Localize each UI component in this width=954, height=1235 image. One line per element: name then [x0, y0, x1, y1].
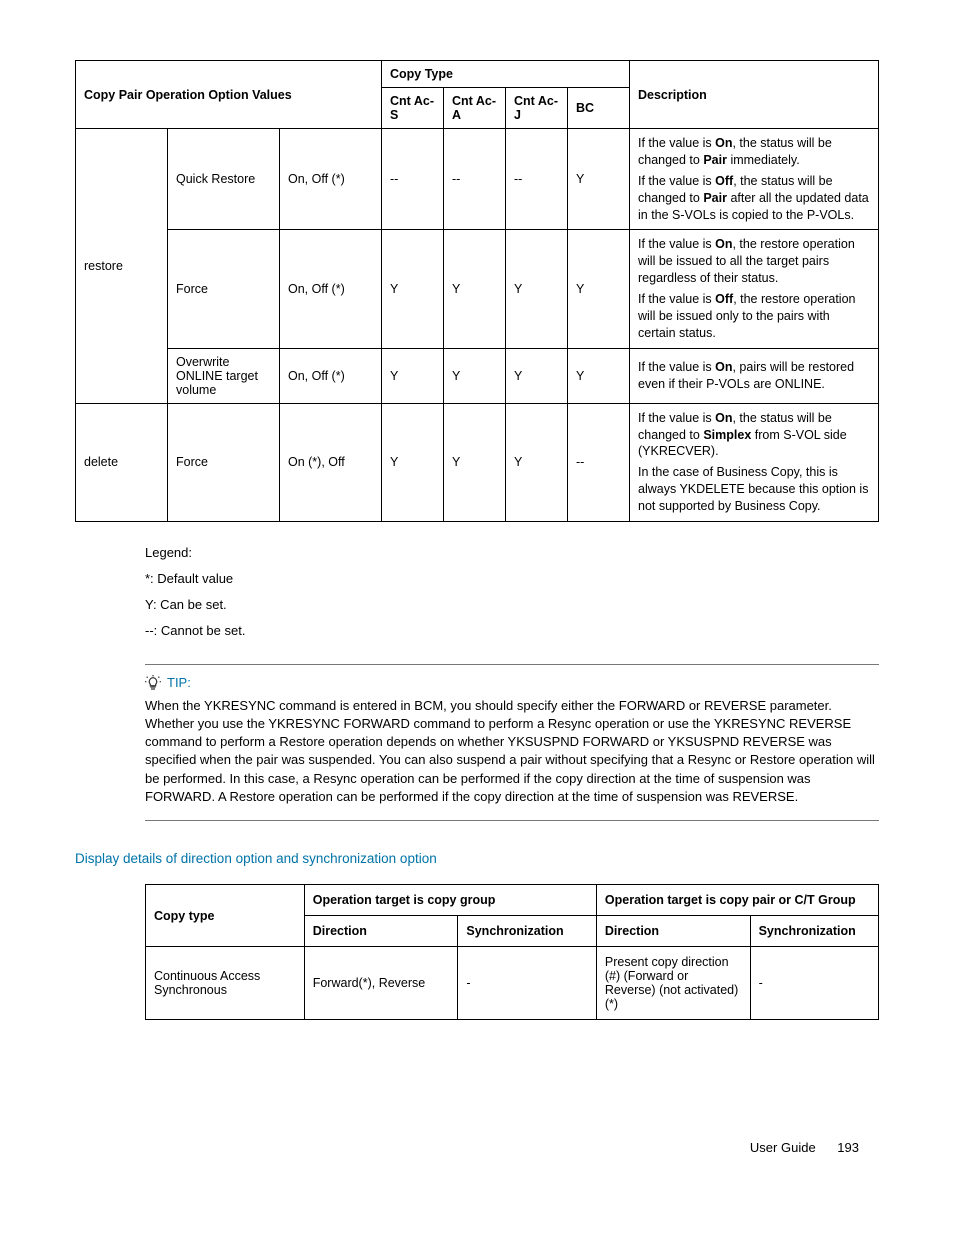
cell-aca: Y: [444, 230, 506, 348]
direction-sync-table: Copy type Operation target is copy group…: [145, 884, 879, 1020]
tip-label: TIP:: [167, 675, 191, 690]
cell-aca: Y: [444, 403, 506, 521]
table-row: Force On, Off (*) Y Y Y Y If the value i…: [76, 230, 879, 348]
cell-acj: --: [506, 129, 568, 230]
tip-body: When the YKRESYNC command is entered in …: [145, 697, 879, 806]
cell-acj: Y: [506, 230, 568, 348]
header-cnt-acs: Cnt Ac-S: [382, 88, 444, 129]
cell-values: On, Off (*): [280, 348, 382, 403]
cell-suboption: Overwrite ONLINE target volume: [168, 348, 280, 403]
header-option-values: Copy Pair Operation Option Values: [76, 61, 382, 129]
cell-suboption: Force: [168, 403, 280, 521]
table-row: Continuous Access Synchronous Forward(*)…: [146, 947, 879, 1020]
cell-description: If the value is On, the restore operatio…: [630, 230, 879, 348]
cell-acs: Y: [382, 403, 444, 521]
legend-title: Legend:: [145, 540, 879, 566]
cell-operation: delete: [76, 403, 168, 521]
cell-operation: restore: [76, 129, 168, 404]
legend-line: Y: Can be set.: [145, 592, 879, 618]
cell-description: If the value is On, the status will be c…: [630, 403, 879, 521]
cell-acs: --: [382, 129, 444, 230]
legend-line: --: Cannot be set.: [145, 618, 879, 644]
header-sync: Synchronization: [458, 916, 597, 947]
tip-header: TIP:: [145, 675, 879, 691]
legend-block: Legend: *: Default value Y: Can be set. …: [145, 540, 879, 644]
cell-description: If the value is On, the status will be c…: [630, 129, 879, 230]
cell-aca: --: [444, 129, 506, 230]
table-row: Overwrite ONLINE target volume On, Off (…: [76, 348, 879, 403]
lightbulb-icon: [145, 675, 161, 691]
cell-acs: Y: [382, 348, 444, 403]
header-cnt-acj: Cnt Ac-J: [506, 88, 568, 129]
header-sync: Synchronization: [750, 916, 878, 947]
page-number: 193: [837, 1140, 859, 1155]
header-pair-target: Operation target is copy pair or C/T Gro…: [596, 885, 878, 916]
header-copy-type: Copy type: [146, 885, 305, 947]
cell-bc: Y: [568, 230, 630, 348]
cell-pair-direction: Present copy direction (#) (Forward or R…: [596, 947, 750, 1020]
table-row: delete Force On (*), Off Y Y Y -- If the…: [76, 403, 879, 521]
footer-label: User Guide: [750, 1140, 816, 1155]
section-heading: Display details of direction option and …: [75, 851, 879, 866]
cell-suboption: Quick Restore: [168, 129, 280, 230]
header-direction: Direction: [304, 916, 458, 947]
cell-description: If the value is On, pairs will be restor…: [630, 348, 879, 403]
header-group-target: Operation target is copy group: [304, 885, 596, 916]
cell-acj: Y: [506, 403, 568, 521]
cell-group-direction: Forward(*), Reverse: [304, 947, 458, 1020]
cell-acj: Y: [506, 348, 568, 403]
header-copy-type: Copy Type: [382, 61, 630, 88]
cell-acs: Y: [382, 230, 444, 348]
cell-group-sync: -: [458, 947, 597, 1020]
cell-bc: Y: [568, 348, 630, 403]
header-cnt-aca: Cnt Ac-A: [444, 88, 506, 129]
header-direction: Direction: [596, 916, 750, 947]
cell-bc: --: [568, 403, 630, 521]
cell-bc: Y: [568, 129, 630, 230]
cell-values: On, Off (*): [280, 230, 382, 348]
header-description: Description: [630, 61, 879, 129]
cell-copytype: Continuous Access Synchronous: [146, 947, 305, 1020]
page-footer: User Guide 193: [750, 1140, 859, 1155]
cell-values: On, Off (*): [280, 129, 382, 230]
header-bc: BC: [568, 88, 630, 129]
cell-values: On (*), Off: [280, 403, 382, 521]
cell-suboption: Force: [168, 230, 280, 348]
table-row: restore Quick Restore On, Off (*) -- -- …: [76, 129, 879, 230]
legend-line: *: Default value: [145, 566, 879, 592]
cell-aca: Y: [444, 348, 506, 403]
tip-callout: TIP: When the YKRESYNC command is entere…: [145, 664, 879, 821]
copy-pair-operation-table: Copy Pair Operation Option Values Copy T…: [75, 60, 879, 522]
cell-pair-sync: -: [750, 947, 878, 1020]
